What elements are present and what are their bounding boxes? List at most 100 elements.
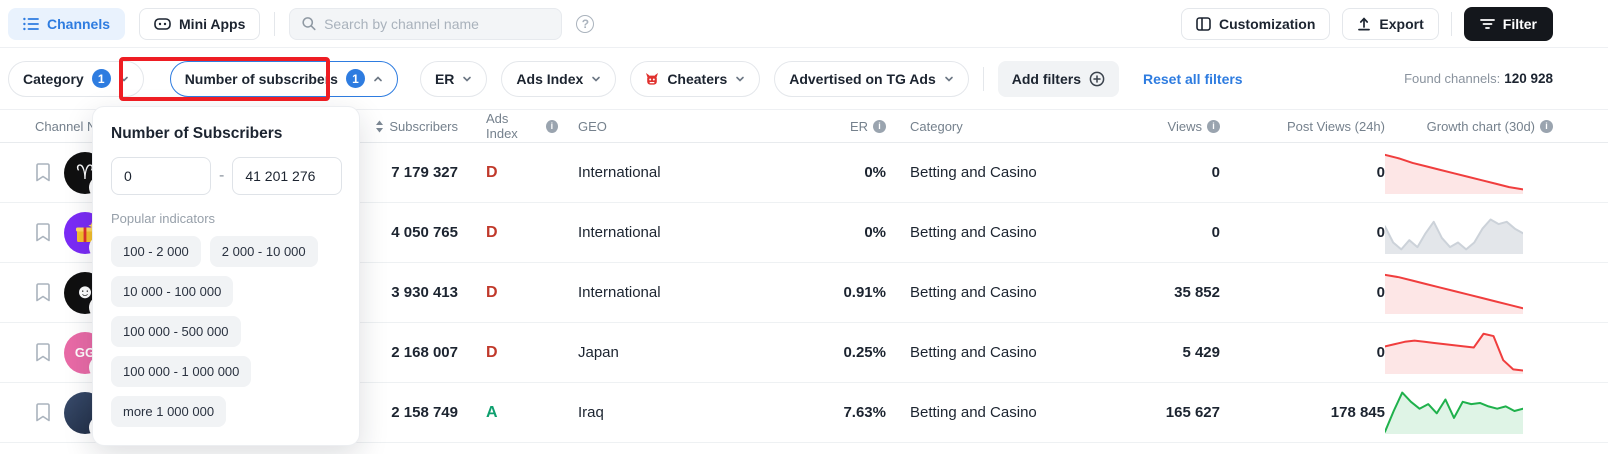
subscribers-filter-dropdown: Number of Subscribers - Popular indicato…: [92, 106, 360, 446]
info-icon[interactable]: i: [546, 120, 558, 133]
indicator-chip[interactable]: 100 - 2 000: [111, 236, 201, 267]
filter-lines-icon: [1480, 18, 1495, 30]
filter-pill-er-label: ER: [435, 71, 454, 87]
range-separator: -: [219, 167, 224, 185]
customization-label: Customization: [1219, 16, 1315, 32]
min-subscribers-input[interactable]: [111, 157, 211, 195]
views-value: 0: [1126, 224, 1220, 241]
header-subscribers[interactable]: Subscribers: [370, 119, 458, 134]
subscribers-value: 2 158 749: [370, 404, 458, 421]
filter-pill-subscribers[interactable]: Number of subscribers 1: [170, 61, 398, 97]
tab-mini-apps[interactable]: Mini Apps: [139, 8, 260, 40]
chevron-down-icon: [591, 74, 601, 84]
found-channels-label: Found channels:: [1404, 71, 1500, 86]
subscribers-count-badge: 1: [346, 69, 365, 88]
subscribers-value: 4 050 765: [370, 224, 458, 241]
list-icon: [23, 17, 39, 31]
filter-pill-category-label: Category: [23, 71, 84, 87]
tab-channels-label: Channels: [47, 16, 110, 32]
indicator-chip[interactable]: 10 000 - 100 000: [111, 276, 233, 307]
chevron-down-icon: [735, 74, 745, 84]
filter-bar: Category 1 Number of subscribers 1 ER Ad…: [0, 48, 1608, 110]
export-label: Export: [1379, 16, 1423, 32]
filter-pill-ads-index[interactable]: Ads Index: [501, 61, 616, 97]
reset-all-filters-link[interactable]: Reset all filters: [1143, 71, 1243, 87]
mini-apps-icon: [154, 17, 171, 31]
header-views[interactable]: Viewsi: [1126, 119, 1220, 134]
bookmark-icon[interactable]: [35, 343, 51, 362]
info-icon[interactable]: i: [873, 120, 886, 133]
growth-sparkline: [1385, 328, 1523, 374]
divider: [274, 12, 275, 36]
help-icon[interactable]: ?: [576, 15, 594, 33]
indicator-chip[interactable]: 100 000 - 1 000 000: [111, 356, 251, 387]
tab-channels[interactable]: Channels: [8, 8, 125, 40]
tab-mini-apps-label: Mini Apps: [179, 16, 245, 32]
chevron-down-icon: [119, 74, 129, 84]
max-subscribers-input[interactable]: [232, 157, 342, 195]
indicator-chip[interactable]: 2 000 - 10 000: [210, 236, 318, 267]
filter-pill-cheaters[interactable]: Cheaters: [630, 61, 760, 97]
ads-index-grade: D: [486, 164, 498, 181]
views-value: 0: [1126, 164, 1220, 181]
er-value: 0.25%: [788, 344, 886, 361]
indicator-chip[interactable]: more 1 000 000: [111, 396, 226, 427]
views-value: 35 852: [1126, 284, 1220, 301]
geo-value: International: [558, 164, 788, 181]
info-icon[interactable]: i: [1207, 120, 1220, 133]
views-value: 5 429: [1126, 344, 1220, 361]
subscribers-value: 3 930 413: [370, 284, 458, 301]
growth-sparkline: [1385, 268, 1523, 314]
geo-value: Iraq: [558, 404, 788, 421]
post-views-value: 0: [1220, 224, 1385, 241]
filter-pill-er[interactable]: ER: [420, 61, 487, 97]
indicator-chip[interactable]: 100 000 - 500 000: [111, 316, 241, 347]
divider: [1451, 12, 1452, 36]
filter-label: Filter: [1503, 16, 1537, 32]
header-growth-chart[interactable]: Growth chart (30d)i: [1385, 119, 1553, 134]
bookmark-icon[interactable]: [35, 223, 51, 242]
sort-icon: [375, 120, 384, 133]
filter-button[interactable]: Filter: [1464, 7, 1553, 41]
header-geo[interactable]: GEO: [558, 119, 788, 134]
post-views-value: 178 845: [1220, 404, 1385, 421]
header-category[interactable]: Category: [886, 119, 1126, 134]
post-views-value: 0: [1220, 284, 1385, 301]
geo-value: International: [558, 224, 788, 241]
er-value: 0.91%: [788, 284, 886, 301]
search-icon: [302, 16, 316, 31]
customization-button[interactable]: Customization: [1181, 8, 1330, 40]
bookmark-icon[interactable]: [35, 403, 51, 422]
bookmark-icon[interactable]: [35, 283, 51, 302]
ads-index-grade: D: [486, 224, 498, 241]
add-filters-label: Add filters: [1012, 71, 1081, 87]
header-er[interactable]: ERi: [788, 119, 886, 134]
header-post-views[interactable]: Post Views (24h): [1220, 119, 1385, 134]
subscribers-value: 2 168 007: [370, 344, 458, 361]
filter-pill-cheaters-label: Cheaters: [667, 71, 727, 87]
er-value: 7.63%: [788, 404, 886, 421]
filter-pill-category[interactable]: Category 1: [8, 61, 144, 97]
geo-value: Japan: [558, 344, 788, 361]
category-count-badge: 1: [92, 69, 111, 88]
export-icon: [1357, 16, 1371, 31]
layout-icon: [1196, 17, 1211, 31]
bookmark-icon[interactable]: [35, 163, 51, 182]
filter-pill-tg-ads[interactable]: Advertised on TG Ads: [774, 61, 969, 97]
info-icon[interactable]: i: [1540, 120, 1553, 133]
export-button[interactable]: Export: [1342, 8, 1438, 40]
views-value: 165 627: [1126, 404, 1220, 421]
popular-indicator-chips: 100 - 2 000 2 000 - 10 000 10 000 - 100 00…: [111, 236, 341, 427]
found-channels-value: 120 928: [1504, 71, 1553, 86]
ads-index-grade: A: [486, 404, 498, 421]
chevron-down-icon: [944, 74, 954, 84]
divider: [983, 67, 984, 91]
add-filters-button[interactable]: Add filters: [998, 61, 1119, 97]
popular-indicators-label: Popular indicators: [111, 211, 341, 226]
search-input[interactable]: [324, 16, 549, 32]
devil-icon: [645, 72, 659, 86]
channel-search[interactable]: [289, 8, 562, 40]
header-ads-index[interactable]: Ads Indexi: [458, 111, 558, 141]
category-value: Betting and Casino: [886, 284, 1126, 301]
post-views-value: 0: [1220, 344, 1385, 361]
